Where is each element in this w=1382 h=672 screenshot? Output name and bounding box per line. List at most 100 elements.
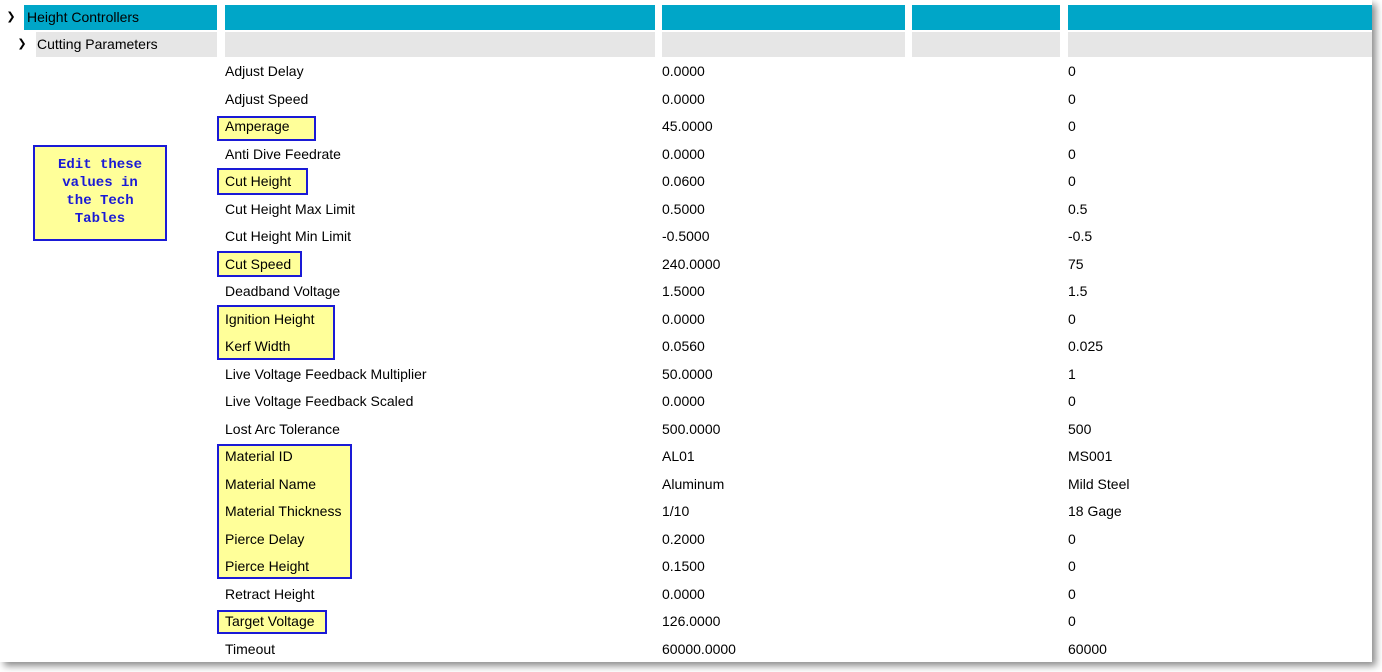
- subheader-column-value: [662, 32, 905, 57]
- table-row[interactable]: Material ID AL01 MS001: [0, 443, 1372, 471]
- row-value[interactable]: 0.0000: [662, 306, 705, 333]
- row-default: 0: [1068, 63, 1076, 79]
- row-value[interactable]: 45.0000: [662, 113, 713, 140]
- subheader-column-default: [1068, 32, 1372, 57]
- row-name: Target Voltage: [225, 613, 315, 629]
- row-value[interactable]: 0.0000: [662, 58, 705, 85]
- table-row[interactable]: Live Voltage Feedback Multiplier 50.0000…: [0, 361, 1372, 389]
- row-default: 0: [1068, 173, 1076, 189]
- annotation-callout: Edit these values in the Tech Tables: [33, 145, 167, 241]
- row-default: MS001: [1068, 448, 1113, 464]
- row-default: 0: [1068, 90, 1076, 107]
- chevron-down-icon[interactable]: ❯: [16, 32, 28, 57]
- row-default: 0.5: [1068, 200, 1088, 217]
- row-name: Pierce Height: [225, 558, 310, 574]
- row-default: 1.5: [1068, 283, 1088, 299]
- row-name: Cut Height: [225, 173, 292, 189]
- row-value[interactable]: 500.0000: [662, 416, 720, 443]
- header-column-extra: [912, 5, 1060, 30]
- row-default: 60000: [1068, 640, 1107, 657]
- table-row[interactable]: Adjust Speed 0.0000 0: [0, 86, 1372, 114]
- table-row[interactable]: Target Voltage 126.0000 0: [0, 608, 1372, 636]
- row-value[interactable]: 0.0560: [662, 333, 705, 360]
- row-name: Adjust Delay: [225, 63, 304, 79]
- row-value[interactable]: 0.0000: [662, 581, 705, 608]
- tree-node-height-controllers[interactable]: Height Controllers: [27, 5, 139, 30]
- row-default: 0: [1068, 145, 1076, 162]
- row-name: Kerf Width: [225, 338, 291, 354]
- row-name: Adjust Speed: [225, 90, 309, 107]
- table-row[interactable]: Cut Height Max Limit 0.5000 0.5: [0, 196, 1372, 224]
- row-default: 0: [1068, 118, 1076, 134]
- row-default: 0: [1068, 613, 1076, 629]
- row-name: Material Name: [225, 475, 317, 492]
- row-name: Lost Arc Tolerance: [225, 420, 340, 437]
- subheader-column-extra: [912, 32, 1060, 57]
- row-default: Mild Steel: [1068, 475, 1130, 492]
- row-value[interactable]: 0.0000: [662, 141, 705, 168]
- table-row[interactable]: Pierce Height 0.1500 0: [0, 553, 1372, 581]
- table-row[interactable]: Cut Speed 240.0000 75: [0, 251, 1372, 279]
- row-value[interactable]: 0.0000: [662, 388, 705, 415]
- row-name: Live Voltage Feedback Multiplier: [225, 365, 427, 382]
- header-column-default: [1068, 5, 1372, 30]
- row-name: Amperage: [225, 118, 290, 134]
- row-name: Material ID: [225, 448, 293, 464]
- row-default: 0: [1068, 310, 1076, 327]
- row-default: 0: [1068, 530, 1076, 547]
- table-row[interactable]: Timeout 60000.0000 60000: [0, 636, 1372, 664]
- table-row[interactable]: Adjust Delay 0.0000 0: [0, 58, 1372, 86]
- row-value[interactable]: 0.0000: [662, 86, 705, 113]
- row-default: 18 Gage: [1068, 503, 1122, 519]
- row-value[interactable]: 0.0600: [662, 168, 705, 195]
- row-name: Live Voltage Feedback Scaled: [225, 393, 414, 409]
- row-value[interactable]: 0.5000: [662, 196, 705, 223]
- row-default: 0: [1068, 585, 1076, 602]
- row-default: 0.025: [1068, 338, 1104, 354]
- row-default: -0.5: [1068, 228, 1093, 244]
- row-name: Retract Height: [225, 585, 315, 602]
- row-value[interactable]: 1.5000: [662, 278, 705, 305]
- table-row[interactable]: Cut Height Min Limit -0.5000 -0.5: [0, 223, 1372, 251]
- row-name: Cut Height Max Limit: [225, 200, 355, 217]
- row-name: Anti Dive Feedrate: [225, 145, 341, 162]
- row-value[interactable]: 1/10: [662, 498, 689, 525]
- row-name: Ignition Height: [225, 310, 315, 327]
- row-default: 500: [1068, 420, 1092, 437]
- row-name: Timeout: [225, 640, 276, 657]
- table-row[interactable]: Retract Height 0.0000 0: [0, 581, 1372, 609]
- chevron-down-icon[interactable]: ❯: [5, 5, 17, 30]
- table-row[interactable]: Live Voltage Feedback Scaled 0.0000 0: [0, 388, 1372, 416]
- row-name: Deadband Voltage: [225, 283, 341, 299]
- row-value[interactable]: Aluminum: [662, 471, 724, 498]
- row-value[interactable]: 50.0000: [662, 361, 713, 388]
- table-row[interactable]: Material Name Aluminum Mild Steel: [0, 471, 1372, 499]
- row-name: Pierce Delay: [225, 530, 305, 547]
- row-default: 1: [1068, 365, 1076, 382]
- tree-node-cutting-parameters[interactable]: Cutting Parameters: [37, 32, 158, 57]
- table-row[interactable]: Anti Dive Feedrate 0.0000 0: [0, 141, 1372, 169]
- table-row[interactable]: Material Thickness 1/10 18 Gage: [0, 498, 1372, 526]
- row-value[interactable]: 0.1500: [662, 553, 705, 580]
- row-value[interactable]: 0.2000: [662, 526, 705, 553]
- header-column-name: [225, 5, 655, 30]
- table-row[interactable]: Pierce Delay 0.2000 0: [0, 526, 1372, 554]
- row-default: 75: [1068, 255, 1084, 272]
- row-name: Material Thickness: [225, 503, 342, 519]
- row-default: 0: [1068, 558, 1076, 574]
- table-row[interactable]: Ignition Height 0.0000 0: [0, 306, 1372, 334]
- table-row[interactable]: Lost Arc Tolerance 500.0000 500: [0, 416, 1372, 444]
- table-row[interactable]: Deadband Voltage 1.5000 1.5: [0, 278, 1372, 306]
- table-row[interactable]: Kerf Width 0.0560 0.025: [0, 333, 1372, 361]
- row-value[interactable]: AL01: [662, 443, 695, 470]
- table-row[interactable]: Amperage 45.0000 0: [0, 113, 1372, 141]
- table-row[interactable]: Cut Height 0.0600 0: [0, 168, 1372, 196]
- subheader-column-name: [225, 32, 655, 57]
- row-value[interactable]: 126.0000: [662, 608, 720, 635]
- header-column-value: [662, 5, 905, 30]
- row-value[interactable]: 60000.0000: [662, 636, 736, 663]
- row-value[interactable]: 240.0000: [662, 251, 720, 278]
- row-default: 0: [1068, 393, 1076, 409]
- row-name: Cut Height Min Limit: [225, 228, 352, 244]
- row-value[interactable]: -0.5000: [662, 223, 709, 250]
